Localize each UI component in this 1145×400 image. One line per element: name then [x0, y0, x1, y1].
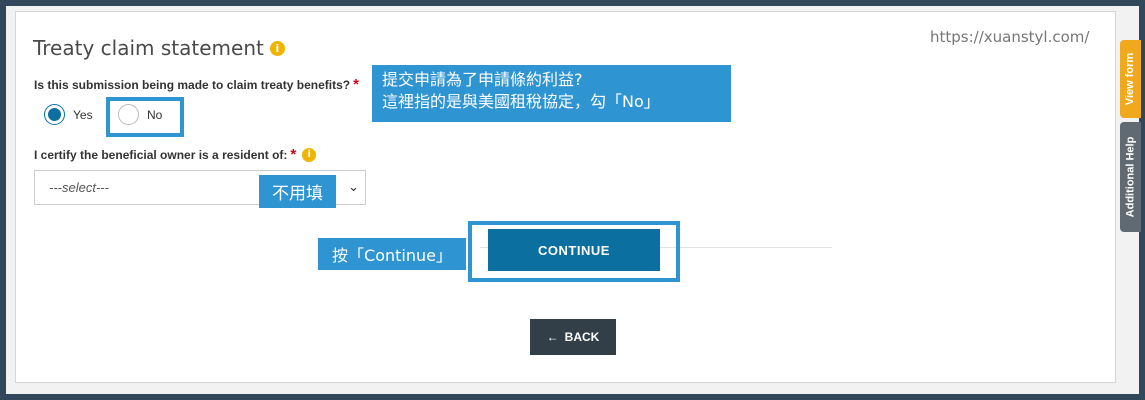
required-marker: * [290, 146, 297, 163]
required-marker: * [353, 76, 359, 93]
back-button-label: BACK [564, 330, 600, 344]
continue-button[interactable]: CONTINUE [488, 229, 660, 271]
arrow-left-icon: ← [546, 330, 559, 344]
section-title: Treaty claim statement i [33, 36, 285, 60]
radio-no-label: No [147, 107, 163, 122]
treaty-question-text: Is this submission being made to claim t… [34, 78, 351, 92]
section-title-text: Treaty claim statement [33, 36, 264, 60]
info-icon[interactable]: i [302, 147, 317, 162]
back-button[interactable]: ← BACK [530, 319, 616, 355]
select-value: ---select--- [49, 180, 109, 195]
certify-label: I certify the beneficial owner is a resi… [34, 146, 317, 163]
info-icon[interactable]: i [269, 40, 285, 56]
chevron-down-icon[interactable]: ⌄ [348, 179, 359, 195]
annotation-line-1: 提交申請為了申請條約利益? [382, 70, 583, 89]
radio-no-option[interactable]: No [118, 104, 162, 125]
additional-help-tab[interactable]: Additional Help [1120, 122, 1141, 232]
radio-no[interactable] [118, 104, 139, 125]
watermark: https://xuanstyl.com/ [930, 28, 1090, 46]
additional-help-tab-label: Additional Help [1124, 136, 1137, 218]
annotation-line-2: 這裡指的是與美國租稅協定，勾「No」 [382, 92, 660, 111]
radio-yes[interactable] [44, 104, 65, 125]
view-form-tab[interactable]: View form [1120, 40, 1141, 118]
radio-yes-option[interactable]: Yes [44, 104, 93, 125]
annotation-callout-no-fill: 不用填 [259, 175, 336, 208]
view-form-tab-label: View form [1124, 52, 1137, 106]
annotation-callout-continue: 按「Continue」 [318, 238, 466, 270]
annotation-callout-question: 提交申請為了申請條約利益? 這裡指的是與美國租稅協定，勾「No」 [372, 65, 731, 122]
radio-dot [48, 108, 61, 121]
radio-yes-label: Yes [73, 107, 93, 122]
treaty-question-label: Is this submission being made to claim t… [34, 76, 359, 93]
certify-text: I certify the beneficial owner is a resi… [34, 147, 288, 162]
